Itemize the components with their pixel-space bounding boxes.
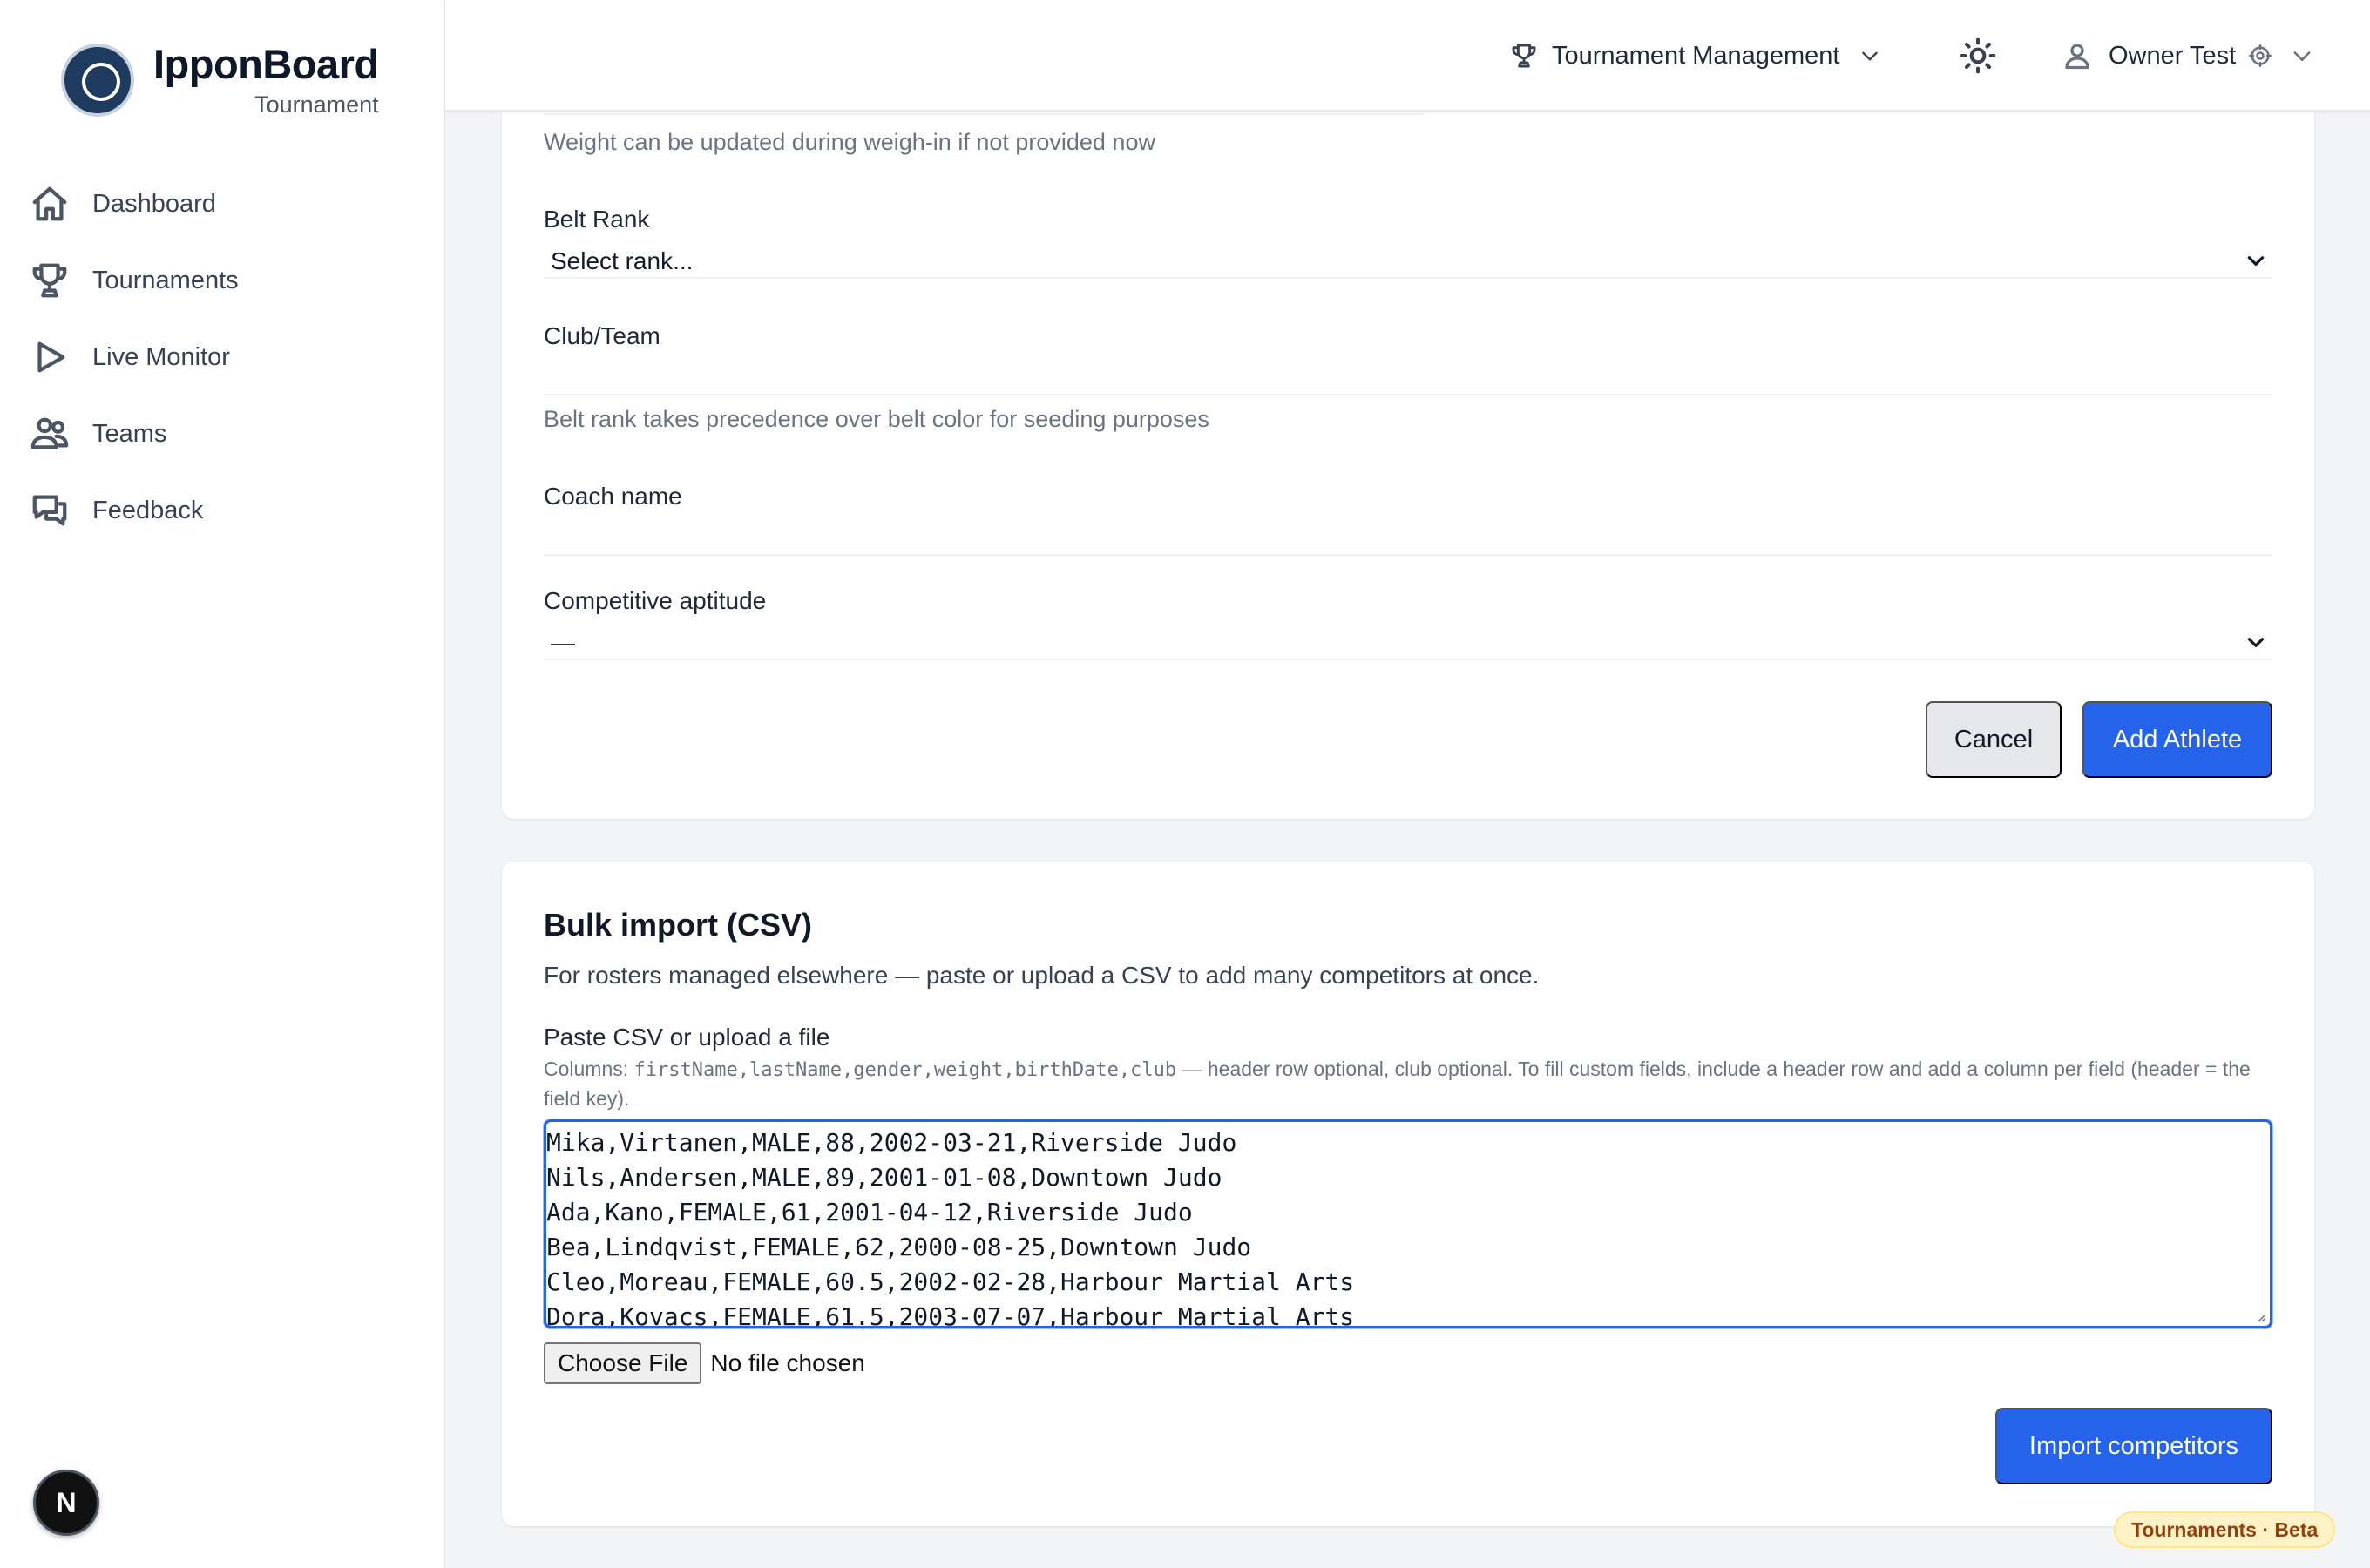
sidebar-item-dashboard[interactable]: Dashboard [28, 166, 420, 242]
add-athlete-card: Weight can be updated during weigh-in if… [502, 35, 2314, 819]
home-icon [32, 186, 67, 221]
user-menu[interactable]: Owner Test [2062, 35, 2314, 77]
import-competitors-button[interactable]: Import competitors [1995, 1408, 2272, 1484]
sidebar-item-label: Teams [92, 419, 167, 448]
belt-rank-select[interactable]: Select rank... [551, 247, 693, 275]
csv-line: Cleo,Moreau,FEMALE,60.5,2002-02-28,Harbo… [546, 1267, 1355, 1296]
weight-help-text: Weight can be updated during weigh-in if… [544, 129, 1155, 155]
top-header: Tournament Management Owner Test [445, 0, 2370, 112]
play-icon [37, 341, 65, 373]
sidebar-item-label: Dashboard [92, 189, 216, 218]
sidebar-item-tournaments[interactable]: Tournaments [28, 242, 420, 319]
user-name: Owner Test [2109, 41, 2237, 70]
brand[interactable]: IpponBoard Tournament [61, 42, 379, 118]
users-icon [30, 417, 69, 449]
choose-file-button[interactable]: Choose File [544, 1342, 702, 1384]
tournaments-beta-badge: Tournaments · Beta [2114, 1511, 2336, 1548]
trophy-icon [1512, 44, 1536, 68]
chevron-down-icon [1862, 51, 1879, 61]
sidebar-item-label: Tournaments [92, 266, 239, 294]
csv-line: Mika,Virtanen,MALE,88,2002-03-21,Riversi… [546, 1128, 1237, 1157]
bulk-import-description: For rosters managed elsewhere — paste or… [544, 962, 1540, 989]
belt-help-text: Belt rank takes precedence over belt col… [544, 406, 1209, 432]
csv-line: Dora,Kovacs,FEMALE,61.5,2003-07-07,Harbo… [546, 1302, 1355, 1328]
csv-field-label: Paste CSV or upload a file [544, 1024, 830, 1051]
chat-icon [32, 495, 67, 526]
csv-hint-columns: firstName,lastName,gender,weight,birthDa… [633, 1059, 1177, 1081]
sidebar-nav: Dashboard Tournaments Live Monitor Teams… [28, 166, 420, 549]
competitive-aptitude-chevron[interactable] [2245, 631, 2267, 658]
belt-rank-chevron[interactable] [2245, 249, 2267, 276]
csv-line: Ada,Kano,FEMALE,61,2001-04-12,Riverside … [546, 1198, 1193, 1227]
competitive-aptitude-underline [544, 659, 2272, 660]
csv-textarea[interactable]: Mika,Virtanen,MALE,88,2002-03-21,Riversi… [544, 1119, 2272, 1328]
csv-line: Nils,Andersen,MALE,89,2001-01-08,Downtow… [546, 1163, 1222, 1192]
ipponboard-logo-icon [61, 44, 134, 117]
csv-line: Bea,Lindqvist,FEMALE,62,2000-08-25,Downt… [546, 1233, 1252, 1261]
bulk-import-card: Bulk import (CSV) For rosters managed el… [502, 862, 2314, 1526]
chevron-down-icon [2293, 51, 2311, 61]
belt-rank-underline [544, 277, 2272, 279]
weight-field[interactable] [544, 113, 1424, 115]
club-team-input[interactable] [544, 394, 2272, 395]
coach-name-label: Coach name [544, 483, 682, 510]
sidebar: IpponBoard Tournament Dashboard Tourname… [0, 0, 445, 1568]
add-athlete-button[interactable]: Add Athlete [2082, 701, 2272, 778]
sun-icon [1960, 37, 1996, 74]
belt-rank-label: Belt Rank [544, 206, 650, 233]
brand-name: IpponBoard [153, 41, 379, 87]
tournament-management-menu[interactable]: Tournament Management [1510, 35, 1881, 77]
sidebar-item-label: Feedback [92, 496, 204, 524]
resize-grip-icon[interactable] [2254, 1310, 2266, 1322]
sidebar-item-label: Live Monitor [92, 342, 230, 371]
club-team-label: Club/Team [544, 322, 660, 349]
competitive-aptitude-label: Competitive aptitude [544, 587, 767, 614]
coach-name-input[interactable] [544, 554, 2272, 556]
file-upload: Choose File No file chosen [544, 1342, 865, 1384]
theme-toggle-button[interactable] [1959, 37, 1997, 75]
competitive-aptitude-select[interactable]: — [551, 629, 575, 657]
csv-columns-hint: Columns: firstName,lastName,gender,weigh… [544, 1055, 2272, 1113]
tournament-management-label: Tournament Management [1552, 41, 1840, 70]
dev-tools-badge[interactable]: N [33, 1470, 99, 1536]
sidebar-item-teams[interactable]: Teams [28, 395, 420, 472]
sidebar-item-feedback[interactable]: Feedback [28, 472, 420, 549]
brand-subtitle: Tournament [254, 91, 379, 118]
file-status: No file chosen [710, 1349, 865, 1376]
trophy-icon [32, 263, 67, 298]
bulk-import-title: Bulk import (CSV) [544, 907, 813, 943]
chevron-down-icon [2247, 638, 2265, 647]
cancel-button[interactable]: Cancel [1926, 701, 2062, 778]
gear-icon [2249, 44, 2272, 67]
csv-hint-prefix: Columns: [544, 1058, 634, 1080]
user-icon [2065, 44, 2089, 70]
sidebar-item-live-monitor[interactable]: Live Monitor [28, 319, 420, 395]
chevron-down-icon [2247, 256, 2265, 266]
